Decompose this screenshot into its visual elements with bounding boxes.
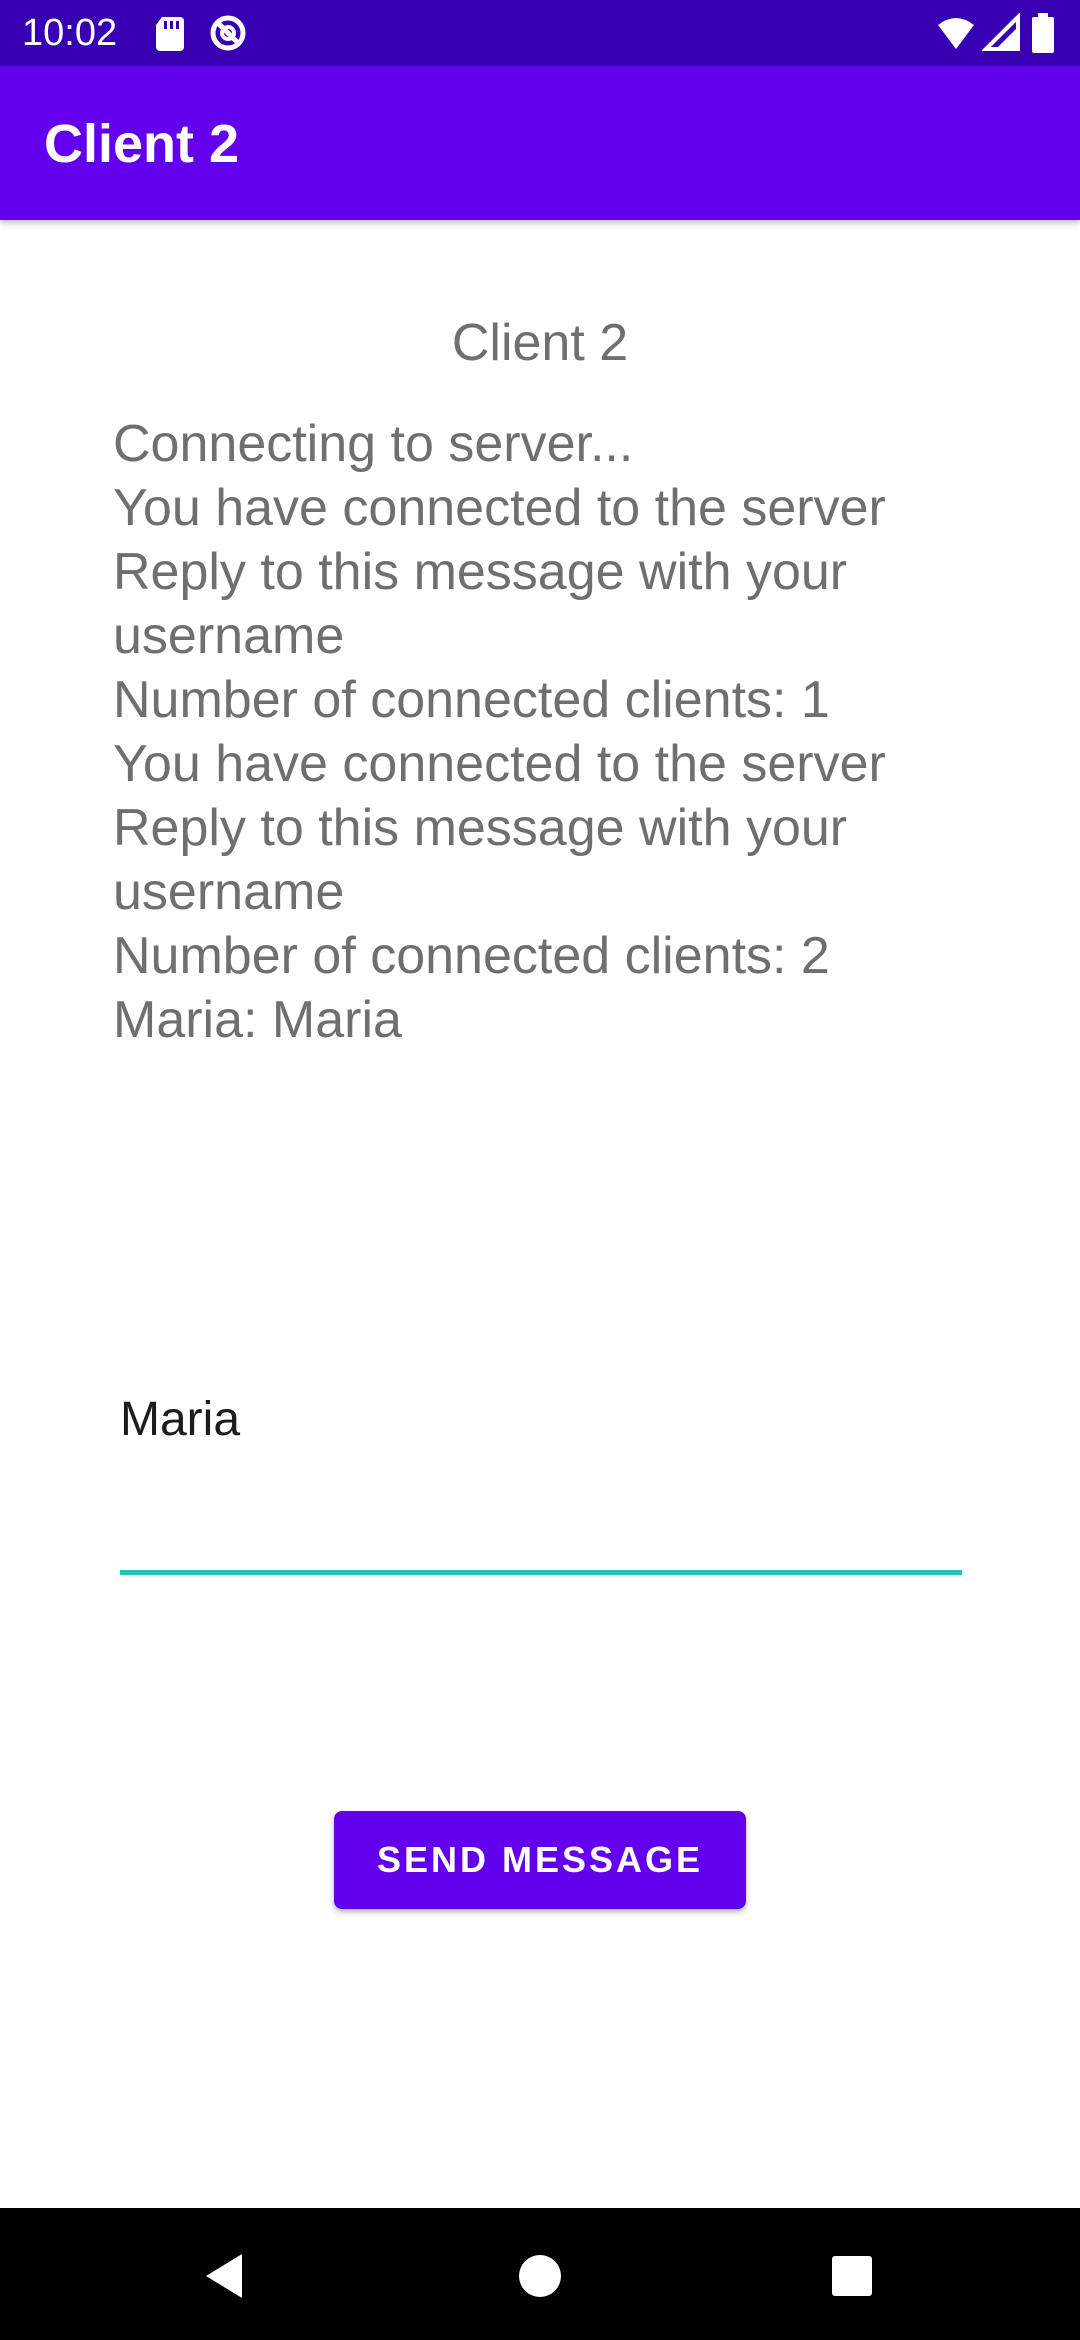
signal-icon	[981, 12, 1022, 53]
client-label: Client 2	[451, 314, 629, 372]
status-time: 10:02	[22, 12, 118, 54]
message-log: Connecting to server... You have connect…	[113, 412, 993, 1052]
sync-off-icon	[208, 13, 248, 53]
status-bar: 10:02	[0, 0, 1080, 66]
message-input-underline	[120, 1570, 962, 1575]
wifi-icon	[936, 13, 976, 53]
sd-card-icon	[150, 13, 190, 53]
log-line: You have connected to the server	[113, 735, 886, 793]
send-message-button[interactable]: SEND MESSAGE	[334, 1811, 746, 1909]
back-icon[interactable]	[198, 2248, 254, 2304]
battery-icon	[1030, 13, 1056, 53]
nav-bar	[0, 2208, 1080, 2340]
log-line: Number of connected clients: 2	[113, 927, 830, 985]
app-title: Client 2	[44, 114, 240, 174]
home-icon[interactable]	[512, 2248, 568, 2304]
recents-icon[interactable]	[824, 2248, 880, 2304]
message-input[interactable]: Maria	[120, 1380, 962, 1580]
screen: 10:02 Client 2 Client 2 Connecting to se…	[0, 0, 1080, 2340]
log-line: Reply to this message with your username	[113, 799, 848, 921]
log-line: You have connected to the server	[113, 479, 886, 537]
log-line: Reply to this message with your username	[113, 543, 848, 665]
log-line: Number of connected clients: 1	[113, 671, 830, 729]
log-line: Connecting to server...	[113, 415, 634, 473]
message-input-value[interactable]: Maria	[120, 1380, 240, 1460]
app-bar: Client 2	[0, 66, 1080, 220]
log-line: Maria: Maria	[113, 991, 402, 1049]
